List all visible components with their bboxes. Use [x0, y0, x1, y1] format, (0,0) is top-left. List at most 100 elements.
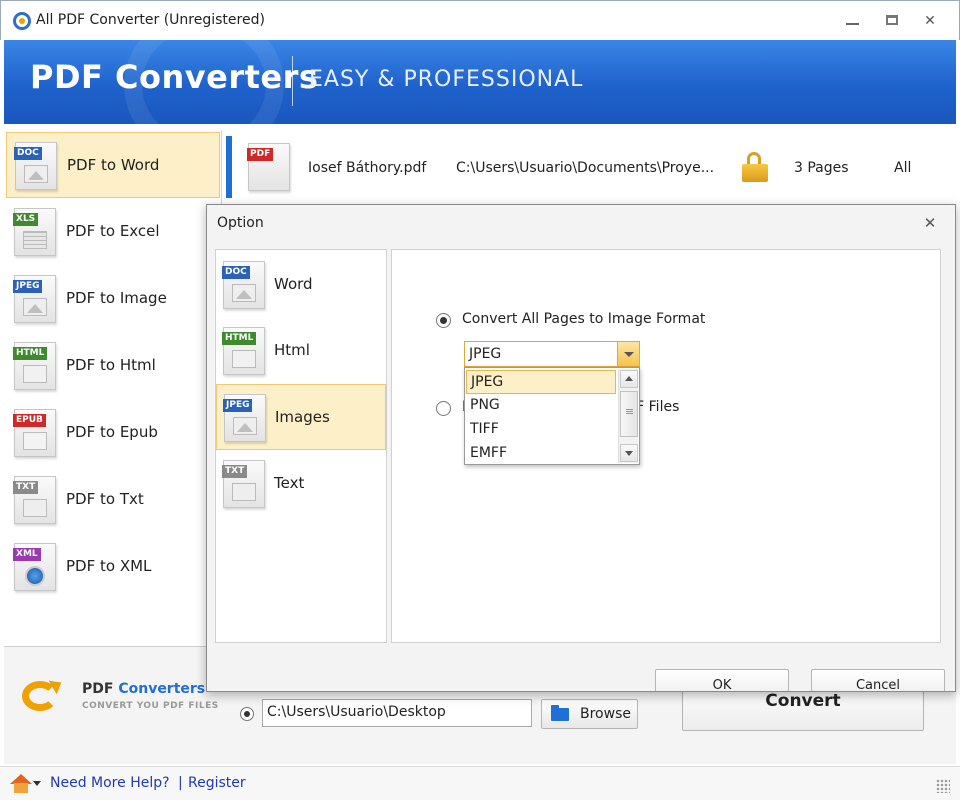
ok-button[interactable]: OK [655, 669, 789, 691]
app-logo-icon [13, 12, 31, 30]
brand-tagline: EASY & PROFESSIONAL [309, 67, 584, 92]
option-category-label: Text [274, 474, 305, 492]
convert-files-label-tail: F Files [636, 399, 680, 415]
dialog-close-button[interactable]: ✕ [919, 213, 941, 233]
sidebar-item-pdf-to-epub[interactable]: EPUB PDF to Epub [6, 400, 220, 466]
doc-tag: TXT [222, 465, 248, 478]
cancel-button[interactable]: Cancel [811, 669, 945, 691]
option-category-images[interactable]: JPEG Images [216, 384, 386, 450]
word-doc-icon: DOC [14, 142, 57, 190]
sidebar-item-pdf-to-word[interactable]: DOC PDF to Word [6, 132, 220, 198]
option-category-label: Images [275, 408, 330, 426]
epub-doc-icon: EPUB [13, 409, 56, 457]
chevron-down-icon[interactable] [33, 781, 41, 786]
sidebar-item-label: PDF to Html [66, 356, 156, 374]
option-dialog: Option ✕ DOC Word HTML Html JPEG Images … [206, 204, 956, 692]
need-help-link[interactable]: Need More Help? [50, 775, 170, 791]
status-separator: | [178, 775, 183, 791]
scroll-up-icon[interactable] [620, 370, 638, 388]
convert-all-pages-radio[interactable] [436, 313, 451, 328]
doc-tag: HTML [222, 332, 257, 345]
sidebar-item-label: PDF to Excel [66, 222, 160, 240]
option-category-list: DOC Word HTML Html JPEG Images TXT Text [215, 249, 387, 643]
sidebar-item-label: PDF to Image [66, 289, 167, 307]
doc-tag: TXT [13, 481, 39, 494]
doc-preview [23, 432, 47, 450]
window-title: All PDF Converter (Unregistered) [36, 12, 265, 28]
doc-tag: XML [13, 548, 41, 561]
conversion-sidebar: DOC PDF to Word XLS PDF to Excel JPEG PD… [4, 130, 222, 642]
banner-divider [292, 56, 293, 106]
format-option-jpeg[interactable]: JPEG [466, 370, 616, 394]
file-path: C:\Users\Usuario\Documents\Proye... [456, 160, 715, 176]
option-category-word[interactable]: DOC Word [216, 252, 386, 318]
home-body [14, 783, 28, 793]
close-icon: ✕ [924, 13, 936, 29]
convert-all-pages-label: Convert All Pages to Image Format [462, 311, 706, 327]
sidebar-item-pdf-to-txt[interactable]: TXT PDF to Txt [6, 467, 220, 533]
doc-preview [24, 165, 48, 183]
format-option-emff[interactable]: EMFF [466, 442, 616, 466]
doc-tag: JPEG [13, 280, 43, 293]
html-doc-icon: HTML [222, 327, 265, 375]
bottom-brand-part2: Converters [118, 681, 206, 697]
padlock-body [742, 164, 768, 182]
option-category-text[interactable]: TXT Text [216, 451, 386, 517]
format-option-tiff[interactable]: TIFF [466, 418, 616, 442]
image-format-dropdown-list: JPEG PNG TIFF EMFF [464, 367, 640, 465]
dialog-title: Option [217, 215, 264, 231]
txt-doc-icon: TXT [222, 460, 265, 508]
bottom-brand-part1: PDF [82, 681, 119, 697]
doc-tag: PDF [247, 148, 274, 161]
unlocked-padlock-icon[interactable] [742, 152, 768, 184]
xml-doc-icon: XML [13, 543, 56, 591]
doc-preview [23, 298, 47, 316]
brand-title: PDF Converters [30, 58, 319, 96]
file-row[interactable]: PDF Iosef Báthory.pdf C:\Users\Usuario\D… [226, 134, 956, 200]
sidebar-item-pdf-to-excel[interactable]: XLS PDF to Excel [6, 199, 220, 265]
scroll-thumb[interactable] [620, 391, 638, 437]
register-link[interactable]: Register [188, 775, 246, 791]
dropdown-scrollbar[interactable] [618, 369, 638, 463]
close-icon: ✕ [923, 214, 937, 232]
status-bar: Need More Help? | Register [0, 766, 960, 800]
format-option-png[interactable]: PNG [466, 394, 616, 418]
home-icon[interactable] [10, 774, 32, 794]
maximize-button[interactable] [881, 11, 903, 31]
resize-grip-icon[interactable] [936, 779, 950, 793]
doc-preview [233, 417, 257, 435]
convert-files-radio[interactable] [436, 401, 451, 416]
image-format-selected: JPEG [469, 346, 502, 362]
pdf-converters-logo-icon [22, 675, 72, 713]
sidebar-item-pdf-to-xml[interactable]: XML PDF to XML [6, 534, 220, 600]
word-doc-icon: DOC [222, 261, 265, 309]
option-category-html[interactable]: HTML Html [216, 318, 386, 384]
doc-preview [232, 483, 256, 501]
doc-tag: DOC [222, 266, 250, 279]
title-bar: All PDF Converter (Unregistered) ✕ [0, 0, 960, 40]
output-folder-radio[interactable] [240, 707, 254, 721]
browse-button[interactable]: Browse [541, 699, 638, 729]
doc-tag: DOC [14, 147, 42, 160]
browse-label: Browse [580, 706, 631, 722]
sidebar-item-pdf-to-html[interactable]: HTML PDF to Html [6, 333, 220, 399]
maximize-icon [886, 15, 898, 25]
sidebar-item-label: PDF to Txt [66, 490, 144, 508]
doc-preview [232, 284, 256, 302]
excel-doc-icon: XLS [13, 208, 56, 256]
doc-tag: XLS [13, 213, 39, 226]
minimize-button[interactable] [841, 11, 863, 31]
bottom-tagline: CONVERT YOU PDF FILES [82, 701, 219, 711]
header-banner: PDF Converters EASY & PROFESSIONAL [4, 40, 956, 124]
folder-icon [551, 705, 569, 721]
doc-tag: JPEG [223, 399, 253, 412]
option-category-label: Html [274, 341, 310, 359]
window-close-button[interactable]: ✕ [919, 11, 941, 31]
image-format-select[interactable]: JPEG [464, 341, 640, 367]
chevron-down-icon[interactable] [617, 342, 639, 366]
sidebar-item-pdf-to-image[interactable]: JPEG PDF to Image [6, 266, 220, 332]
output-path-input[interactable]: C:\Users\Usuario\Desktop [262, 699, 532, 727]
sidebar-item-label: PDF to XML [66, 557, 152, 575]
page-range[interactable]: All [894, 160, 911, 176]
scroll-down-icon[interactable] [620, 444, 638, 462]
